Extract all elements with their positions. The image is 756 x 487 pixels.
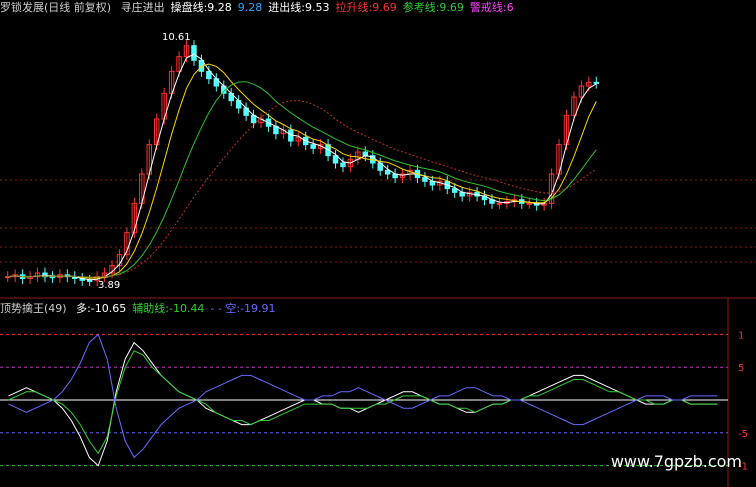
header-item-1: 操盘线:9.28 — [170, 1, 232, 14]
ma-white-line — [7, 53, 597, 281]
oscillator-title: 顶势擒王(49) — [0, 302, 67, 315]
header-item-3: 进出线:9.53 — [268, 1, 330, 14]
candle-body-66 — [496, 202, 503, 205]
low-annotation: 3.89 — [98, 280, 121, 291]
osc-header-item-0: 多:-10.65 — [76, 302, 127, 315]
price-panel-header: 罗锁发展(日线 前复权) 寻庄进出 操盘线:9.28 9.28 进出线:9.53 拉升线… — [0, 1, 520, 14]
osc-tick-label-1: 5 — [738, 363, 744, 374]
osc-header-item-1: 辅助线:-10.44 — [132, 302, 205, 315]
header-item-5: 参考线:9.69 — [402, 1, 464, 14]
indicator-title: 罗锁发展(日线 前复权) — [0, 1, 112, 14]
candle-body-41 — [310, 144, 316, 149]
header-item-2: 9.28 — [237, 1, 263, 14]
candle-body-11 — [86, 279, 93, 282]
chart-stage: 1 5 -5 -1 罗锁发展(日线 前复权) 寻庄进出 操盘线:9.28 9.28 进出线:… — [0, 0, 756, 487]
watermark: www.7gpzb.com — [610, 452, 742, 471]
oscillator-header: 顶势擒王(49) 多:-10.65 辅助线:-10.44 - - 空:-19.91 — [0, 302, 282, 315]
ma-yellow-line — [7, 63, 597, 279]
candle-body-79 — [593, 81, 600, 84]
high-annotation: 10.61 — [162, 32, 191, 43]
header-item-6: 警戒线:6 — [469, 1, 514, 14]
osc-tick-label-0: 1 — [738, 330, 744, 341]
candle-body-48 — [362, 151, 369, 157]
osc-header-item-2: - - 空:-19.91 — [210, 302, 276, 315]
candle-body-51 — [384, 169, 391, 175]
header-item-4: 拉升线:9.69 — [335, 1, 397, 14]
osc-tick-label-2: -5 — [738, 429, 748, 440]
ma-red-line — [7, 99, 597, 278]
candle-body-44 — [332, 155, 339, 164]
candle-body-56 — [422, 177, 428, 182]
candle-body-45 — [340, 162, 346, 168]
candle-body-70 — [526, 202, 532, 205]
candle-body-6 — [49, 276, 56, 279]
header-item-0: 寻庄进出 — [120, 1, 165, 14]
chart-canvas: 15-5-1 — [0, 40, 756, 487]
ma-green-line — [7, 81, 597, 278]
osc-series-2 — [8, 333, 718, 459]
candle-body-60 — [451, 188, 458, 193]
candle-body-25 — [191, 45, 197, 61]
